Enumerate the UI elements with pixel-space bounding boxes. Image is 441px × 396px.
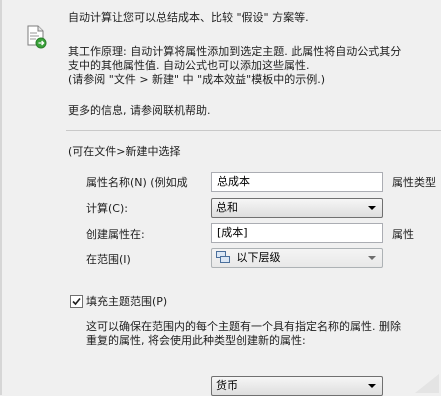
calculation-select-value: 总和	[216, 201, 238, 214]
scope-label: 在范围(I)	[86, 253, 131, 266]
intro-description: 自动计算让您可以总结成本、比较 "假设" 方案等.	[68, 11, 309, 24]
chevron-down-icon	[368, 384, 376, 388]
create-in-input[interactable]: [成本]	[211, 223, 383, 243]
scope-select-value: 以下层级	[236, 251, 281, 264]
checkmark-icon	[72, 297, 81, 306]
intro-principle-line-2: 支中的其他属性值. 自动公式也可以添加这些属性.	[68, 59, 310, 72]
calculation-select[interactable]: 总和	[211, 198, 383, 218]
property-type-select[interactable]: 货币	[211, 376, 383, 396]
intro-principle-line-1: 其工作原理: 自动计算将属性添加到选定主题. 此属性将自动公式其分	[68, 45, 402, 58]
resize-grip[interactable]	[415, 374, 439, 393]
chevron-down-icon	[368, 206, 376, 210]
window-left-border	[0, 0, 2, 395]
intro-principle-line-3: (请参阅 "文件 > 新建" 中 "成本效益"模板中的示例.)	[68, 73, 326, 86]
calculation-label: 计算(C):	[86, 202, 128, 215]
fill-scope-label[interactable]: 填充主题范围(P)	[86, 295, 167, 308]
fill-description-line-1: 这可以确保在范围内的每个主题有一个具有指定名称的属性. 删除	[86, 320, 401, 333]
property-type-select-value: 货币	[216, 379, 238, 392]
create-in-label: 创建属性在:	[86, 228, 145, 241]
fill-description-line-2: 重复的属性, 将会使用此种类型创建新的属性:	[86, 334, 306, 347]
more-info-text: 更多的信息, 请参阅联机帮助.	[68, 104, 211, 117]
property-type-label: 属性类型	[392, 176, 436, 189]
scope-select[interactable]: 以下层级	[211, 248, 383, 268]
section-divider	[66, 130, 441, 131]
document-refresh-icon	[27, 25, 47, 49]
section-header: (可在文件>新建中选择	[68, 145, 181, 158]
chevron-down-icon	[368, 256, 376, 260]
fill-scope-checkbox[interactable]	[70, 295, 83, 308]
property-name-label: 属性名称(N) (例如成	[86, 176, 188, 189]
create-in-suffix: 属性	[392, 228, 414, 241]
hierarchy-icon	[216, 251, 230, 263]
property-name-input[interactable]: 总成本	[211, 172, 383, 192]
